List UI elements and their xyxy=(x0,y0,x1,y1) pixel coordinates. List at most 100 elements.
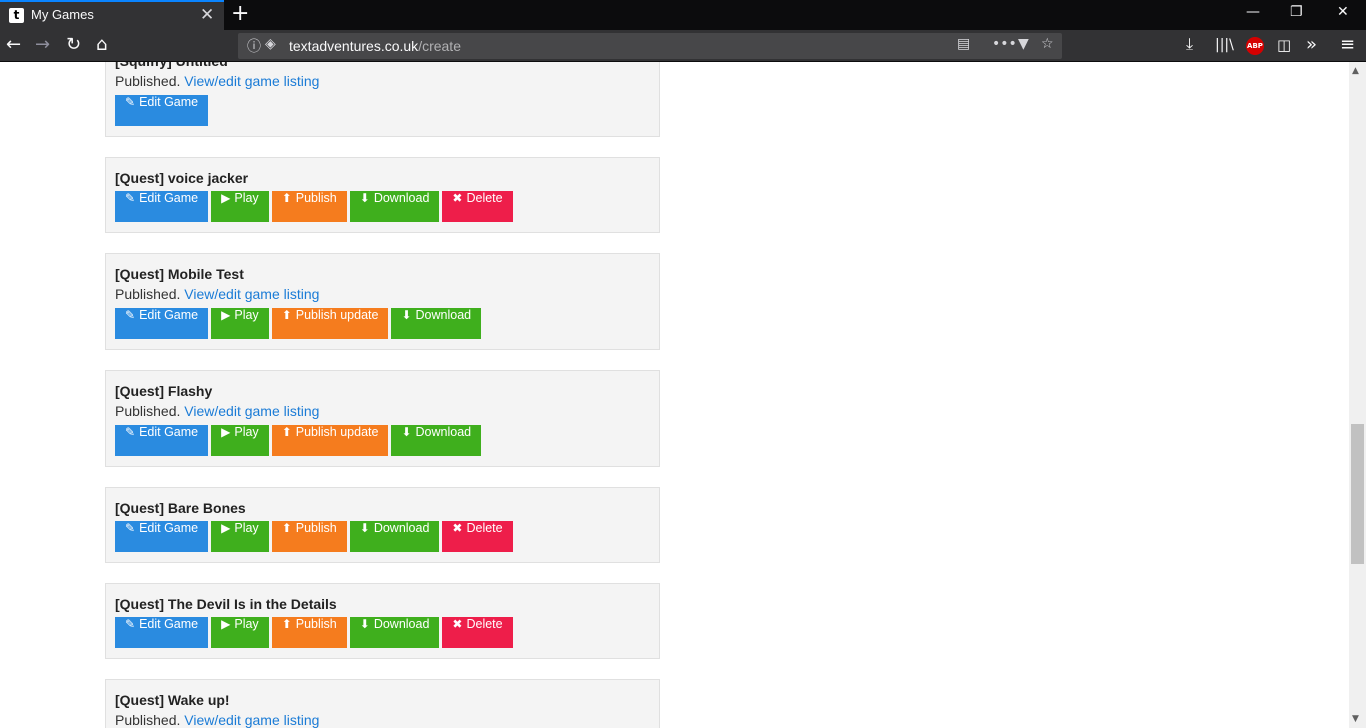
game-actions: ✎ Edit Game ▶ Play ⬆ Publish update ⬇ Download xyxy=(115,425,650,456)
published-label: Published. xyxy=(115,712,181,728)
minimize-icon[interactable]: — xyxy=(1246,4,1260,20)
edit-button[interactable]: ✎ Edit Game xyxy=(115,191,209,222)
download-button[interactable]: ⬇ Download xyxy=(349,617,440,648)
home-icon[interactable]: ⌂ xyxy=(96,34,107,55)
game-status: Published. View/edit game listing xyxy=(115,284,650,305)
edit-button[interactable]: ✎ Edit Game xyxy=(115,521,209,552)
scroll-down-arrow-icon[interactable]: ▼ xyxy=(1352,714,1359,724)
play-icon: ▶ xyxy=(221,191,231,205)
publish-button-label: Publish xyxy=(295,191,337,205)
reader-view-icon[interactable]: ▤ xyxy=(957,36,970,52)
publish-button[interactable]: ⬆ Publish xyxy=(271,521,347,552)
play-button-label: Play xyxy=(234,191,259,205)
view-edit-listing-link[interactable]: View/edit game listing xyxy=(184,73,319,89)
close-tab-icon[interactable]: ✕ xyxy=(200,5,214,25)
url-text[interactable]: textadventures.co.uk/create xyxy=(289,38,461,54)
pocket-icon[interactable]: ▼ xyxy=(1018,36,1029,52)
game-card: [Quest] The Devil Is in the Details ✎ Edi… xyxy=(105,583,660,659)
edit-button[interactable]: ✎ Edit Game xyxy=(115,95,209,126)
delete-button[interactable]: ✖ Delete xyxy=(442,521,513,552)
bookmark-star-icon[interactable]: ☆ xyxy=(1041,36,1054,52)
adblock-plus-icon[interactable]: ABP xyxy=(1246,37,1264,55)
library-icon[interactable]: |||\ xyxy=(1215,37,1234,53)
x-icon: ✖ xyxy=(452,521,463,535)
url-bar[interactable]: ⓘ ◈ textadventures.co.uk/create ▤ ••• ▼ … xyxy=(238,33,1062,59)
download-button[interactable]: ⬇ Download xyxy=(391,425,482,456)
forward-icon[interactable]: → xyxy=(35,34,50,55)
delete-button-label: Delete xyxy=(466,521,503,535)
downloads-icon[interactable]: ⤓ xyxy=(1186,34,1193,54)
edit-button[interactable]: ✎ Edit Game xyxy=(115,308,209,339)
download-button[interactable]: ⬇ Download xyxy=(349,191,440,222)
play-button[interactable]: ▶ Play xyxy=(211,191,269,222)
scrollbar-thumb[interactable] xyxy=(1351,424,1364,564)
view-edit-listing-link[interactable]: View/edit game listing xyxy=(184,403,319,419)
game-actions: ✎ Edit Game ▶ Play ⬆ Publish ⬇ Download ✖ Delete xyxy=(115,617,650,648)
game-title: [Quest] Bare Bones xyxy=(115,500,246,516)
hamburger-menu-icon[interactable]: ≡ xyxy=(1340,34,1355,55)
game-title: [Quest] Wake up! xyxy=(115,692,230,708)
publish-button[interactable]: ⬆ Publish update xyxy=(271,425,389,456)
download-button[interactable]: ⬇ Download xyxy=(349,521,440,552)
pencil-icon: ✎ xyxy=(125,425,136,439)
publish-button-label: Publish xyxy=(295,521,337,535)
url-domain: textadventures.co.uk xyxy=(289,38,419,54)
game-card: [Quest] Flashy Published. View/edit game… xyxy=(105,370,660,467)
download-icon: ⬇ xyxy=(359,191,370,205)
play-button[interactable]: ▶ Play xyxy=(211,308,269,339)
view-edit-listing-link[interactable]: View/edit game listing xyxy=(184,712,319,728)
scrollbar[interactable]: ▲ ▼ xyxy=(1349,62,1366,728)
publish-button-label: Publish xyxy=(295,617,337,631)
game-card: [Quest] voice jacker ✎ Edit Game ▶ Play ⬆ Pub… xyxy=(105,157,660,233)
published-label: Published. xyxy=(115,73,181,89)
upload-circle-icon: ⬆ xyxy=(281,617,292,631)
page-actions-icon[interactable]: ••• xyxy=(992,36,1017,52)
scroll-up-arrow-icon[interactable]: ▲ xyxy=(1352,66,1359,76)
delete-button[interactable]: ✖ Delete xyxy=(442,191,513,222)
game-title: [Squiffy] Untitled xyxy=(115,62,650,71)
download-icon: ⬇ xyxy=(359,617,370,631)
edit-button-label: Edit Game xyxy=(139,425,199,439)
game-actions: ✎ Edit Game ▶ Play ⬆ Publish ⬇ Download ✖ Delete xyxy=(115,521,650,552)
tab-title: My Games xyxy=(31,7,94,22)
publish-button[interactable]: ⬆ Publish xyxy=(271,191,347,222)
pencil-icon: ✎ xyxy=(125,191,136,205)
view-edit-listing-link[interactable]: View/edit game listing xyxy=(184,286,319,302)
play-button-label: Play xyxy=(234,425,259,439)
pencil-icon: ✎ xyxy=(125,95,136,109)
delete-button[interactable]: ✖ Delete xyxy=(442,617,513,648)
game-actions: ✎ Edit Game ▶ Play ⬆ Publish ⬇ Download ✖ Delete xyxy=(115,191,650,222)
new-tab-button[interactable]: + xyxy=(231,1,249,26)
edit-button[interactable]: ✎ Edit Game xyxy=(115,617,209,648)
overflow-menu-icon[interactable]: » xyxy=(1306,34,1317,55)
play-button[interactable]: ▶ Play xyxy=(211,617,269,648)
close-window-icon[interactable]: ✕ xyxy=(1337,4,1349,20)
play-icon: ▶ xyxy=(221,308,231,322)
back-icon[interactable]: ← xyxy=(6,34,21,55)
sidebar-icon[interactable]: ◫ xyxy=(1277,36,1291,54)
restore-icon[interactable]: ❐ xyxy=(1290,4,1303,20)
pencil-icon: ✎ xyxy=(125,521,136,535)
play-icon: ▶ xyxy=(221,425,231,439)
tab-my-games[interactable]: t My Games ✕ xyxy=(0,0,224,30)
publish-button[interactable]: ⬆ Publish xyxy=(271,617,347,648)
download-button-label: Download xyxy=(373,191,430,205)
download-button[interactable]: ⬇ Download xyxy=(391,308,482,339)
upload-circle-icon: ⬆ xyxy=(281,308,292,322)
edit-button[interactable]: ✎ Edit Game xyxy=(115,425,209,456)
published-label: Published. xyxy=(115,286,181,302)
play-button[interactable]: ▶ Play xyxy=(211,521,269,552)
play-button[interactable]: ▶ Play xyxy=(211,425,269,456)
publish-button[interactable]: ⬆ Publish update xyxy=(271,308,389,339)
x-icon: ✖ xyxy=(452,617,463,631)
download-button-label: Download xyxy=(373,521,430,535)
download-icon: ⬇ xyxy=(359,521,370,535)
game-title: [Quest] Flashy xyxy=(115,383,213,399)
tracking-shield-icon[interactable]: ◈ xyxy=(265,36,276,52)
game-status: Published. View/edit game listing xyxy=(115,71,650,92)
tab-bar: t My Games ✕ + — ❐ ✕ xyxy=(0,0,1366,30)
game-status: Published. View/edit game listing xyxy=(115,401,650,422)
reload-icon[interactable]: ↻ xyxy=(66,34,81,55)
site-info-icon[interactable]: ⓘ xyxy=(247,36,261,56)
delete-button-label: Delete xyxy=(466,617,503,631)
